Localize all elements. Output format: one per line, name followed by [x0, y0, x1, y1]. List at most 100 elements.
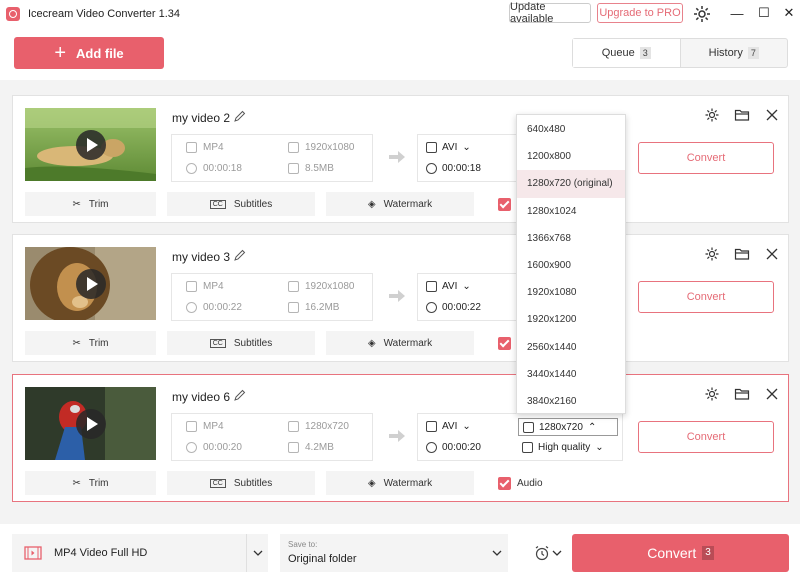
minimize-icon[interactable]: —: [727, 4, 747, 22]
gear-icon[interactable]: [704, 246, 720, 262]
source-duration: 00:00:18: [186, 163, 242, 174]
output-format-select[interactable]: AVI ⌄: [426, 421, 471, 432]
output-settings: AVI ⌄ 00:00:18: [417, 134, 517, 182]
play-icon[interactable]: [76, 409, 106, 439]
convert-button[interactable]: Convert: [638, 142, 774, 174]
source-duration: 00:00:20: [186, 442, 242, 453]
checkbox-checked-icon[interactable]: [498, 477, 511, 490]
save-to-value: Original folder: [288, 553, 357, 565]
subtitles-button[interactable]: CC Subtitles: [167, 192, 315, 216]
tab-queue[interactable]: Queue 3: [573, 39, 681, 67]
output-quality-select[interactable]: High quality ⌄: [522, 442, 604, 453]
maximize-icon[interactable]: ☐: [754, 4, 774, 22]
resolution-option[interactable]: 3840x2160: [517, 388, 625, 415]
resolution-option[interactable]: 1200x800: [517, 143, 625, 170]
audio-checkbox[interactable]: [498, 337, 511, 350]
edit-name-icon[interactable]: [233, 109, 247, 123]
output-format-select[interactable]: AVI ⌄: [426, 142, 471, 153]
folder-icon[interactable]: [734, 246, 750, 262]
film-icon: [186, 281, 197, 292]
close-icon[interactable]: [764, 246, 780, 262]
source-resolution: 1280x720: [288, 421, 349, 432]
subtitles-button[interactable]: CC Subtitles: [167, 331, 315, 355]
preset-select[interactable]: MP4 Video Full HD: [12, 534, 268, 572]
video-thumbnail[interactable]: [25, 247, 156, 320]
tab-history[interactable]: History 7: [681, 39, 788, 67]
clock-icon: [426, 442, 437, 453]
folder-icon[interactable]: [734, 107, 750, 123]
watermark-button[interactable]: ◈ Watermark: [326, 331, 474, 355]
audio-checkbox[interactable]: [498, 198, 511, 211]
resolution-option[interactable]: 1600x900: [517, 252, 625, 279]
gear-icon[interactable]: [704, 386, 720, 402]
resolution-option-highlighted[interactable]: 1280x720 (original): [517, 170, 625, 198]
toolbar: + Add file Queue 3 History 7: [0, 28, 800, 80]
audio-checkbox[interactable]: Audio: [498, 477, 543, 490]
output-resolution-select[interactable]: 1280x720 ⌃: [518, 418, 618, 436]
watermark-button[interactable]: ◈ Watermark: [326, 192, 474, 216]
resolution-option[interactable]: 1920x1200: [517, 306, 625, 333]
clock-icon: [186, 442, 197, 453]
video-thumbnail[interactable]: [25, 387, 156, 460]
edit-name-icon[interactable]: [233, 388, 247, 402]
chevron-down-icon[interactable]: [486, 534, 508, 572]
watermark-button[interactable]: ◈ Watermark: [326, 471, 474, 495]
chevron-down-icon[interactable]: [246, 534, 268, 572]
plus-icon: +: [54, 42, 66, 64]
play-icon[interactable]: [76, 130, 106, 160]
close-icon[interactable]: [764, 107, 780, 123]
close-icon[interactable]: ✕: [779, 4, 799, 22]
upgrade-pro-button[interactable]: Upgrade to PRO: [597, 3, 683, 23]
resolution-option[interactable]: 1366x768: [517, 225, 625, 252]
trim-button[interactable]: ✂ Trim: [25, 471, 156, 495]
trim-button[interactable]: ✂ Trim: [25, 331, 156, 355]
play-icon[interactable]: [76, 269, 106, 299]
save-to-select[interactable]: Save to: Original folder: [280, 534, 508, 572]
gear-icon[interactable]: [692, 4, 712, 24]
bottom-bar: MP4 Video Full HD Save to: Original fold…: [0, 524, 800, 581]
folder-icon: [288, 302, 299, 313]
resolution-option[interactable]: 1920x1080: [517, 279, 625, 306]
checkbox-checked-icon[interactable]: [498, 198, 511, 211]
subtitles-icon: CC: [209, 338, 226, 348]
source-info: MP4 1920x1080 00:00:22 16.2MB: [171, 273, 373, 321]
film-icon: [426, 421, 437, 432]
edit-name-icon[interactable]: [233, 248, 247, 262]
resolution-option[interactable]: 2560x1440: [517, 334, 625, 361]
convert-all-button[interactable]: Convert 3: [572, 534, 789, 572]
chevron-down-icon: ⌄: [595, 442, 604, 453]
resolution-option[interactable]: 1280x1024: [517, 198, 625, 225]
checkbox-checked-icon[interactable]: [498, 337, 511, 350]
convert-button[interactable]: Convert: [638, 281, 774, 313]
close-icon[interactable]: [764, 386, 780, 402]
output-format-select[interactable]: AVI ⌄: [426, 281, 471, 292]
source-size: 4.2MB: [288, 442, 334, 453]
folder-icon: [522, 442, 533, 453]
app-logo-icon: [6, 7, 20, 21]
resolution-option[interactable]: 3440x1440: [517, 361, 625, 388]
scissors-icon: ✂: [72, 337, 81, 349]
source-resolution: 1920x1080: [288, 281, 355, 292]
source-size: 16.2MB: [288, 302, 339, 313]
source-size: 8.5MB: [288, 163, 334, 174]
folder-icon: [288, 163, 299, 174]
video-card-selected: my video 6 MP4 1280x720 00:00:20 4.2MB A…: [12, 374, 789, 502]
resolution-option[interactable]: 640x480: [517, 116, 625, 143]
convert-count-badge: 3: [702, 546, 714, 560]
schedule-button[interactable]: [534, 542, 564, 564]
gear-icon[interactable]: [704, 107, 720, 123]
screen-icon: [288, 421, 299, 432]
source-resolution: 1920x1080: [288, 142, 355, 153]
video-name: my video 3: [172, 250, 231, 264]
scissors-icon: ✂: [72, 477, 81, 489]
update-available-button[interactable]: Update available: [509, 1, 591, 25]
source-format: MP4: [186, 281, 224, 292]
folder-icon[interactable]: [734, 386, 750, 402]
convert-button[interactable]: Convert: [638, 421, 774, 453]
source-format: MP4: [186, 142, 224, 153]
trim-button[interactable]: ✂ Trim: [25, 192, 156, 216]
history-count-badge: 7: [747, 47, 759, 59]
add-file-button[interactable]: + Add file: [14, 37, 164, 69]
subtitles-button[interactable]: CC Subtitles: [167, 471, 315, 495]
video-thumbnail[interactable]: [25, 108, 156, 181]
